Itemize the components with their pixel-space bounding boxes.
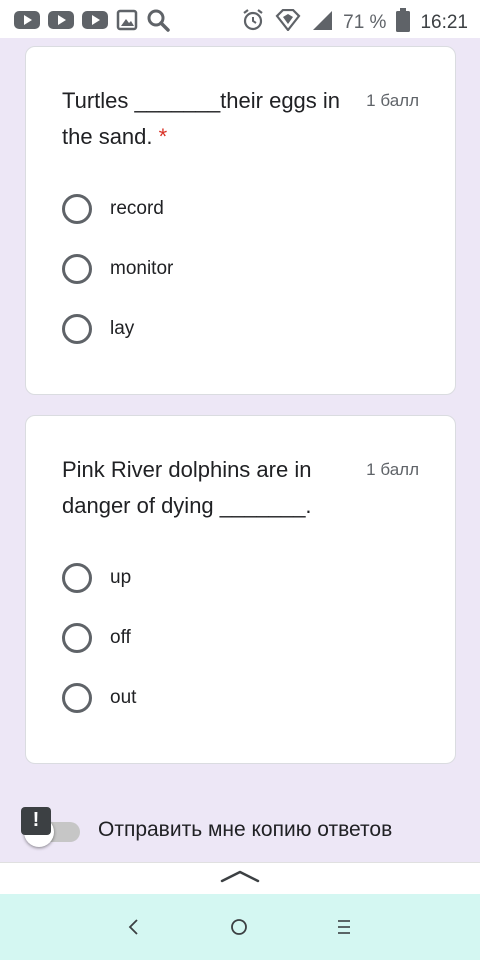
option-label: monitor bbox=[110, 258, 174, 279]
send-copy-label: Отправить мне копию ответов bbox=[98, 818, 393, 841]
battery-percent: 71 % bbox=[343, 11, 387, 33]
youtube-icon bbox=[14, 10, 40, 35]
chevron-up-icon[interactable] bbox=[220, 869, 260, 888]
question-card: Turtles _______their eggs in the sand. *… bbox=[25, 46, 456, 395]
question-text: Pink River dolphins are in danger of dyi… bbox=[62, 457, 312, 518]
search-icon bbox=[146, 8, 170, 37]
alarm-icon bbox=[241, 8, 265, 37]
option-label: lay bbox=[110, 318, 135, 339]
radio-button[interactable] bbox=[62, 563, 92, 593]
battery-icon bbox=[396, 8, 411, 37]
recents-icon[interactable] bbox=[335, 916, 353, 943]
option-label: off bbox=[110, 627, 131, 648]
option-monitor[interactable]: monitor bbox=[62, 251, 173, 287]
option-record[interactable]: record bbox=[62, 191, 164, 227]
radio-button[interactable] bbox=[62, 623, 92, 653]
signal-icon bbox=[311, 9, 333, 36]
data-saver-icon bbox=[275, 8, 301, 36]
send-copy-row: ! Отправить мне копию ответов bbox=[0, 800, 480, 860]
option-label: record bbox=[110, 198, 164, 219]
back-icon[interactable] bbox=[126, 916, 142, 943]
status-bar: 71 % 16:21 bbox=[0, 0, 480, 38]
points-label: 1 балл bbox=[366, 460, 419, 479]
option-up[interactable]: up bbox=[62, 560, 131, 596]
question-label: Turtles _______their eggs in the sand. bbox=[62, 88, 341, 149]
youtube-icon bbox=[48, 10, 74, 35]
question-text: Turtles _______their eggs in the sand. * bbox=[62, 83, 342, 155]
option-off[interactable]: off bbox=[62, 620, 131, 656]
clock: 16:21 bbox=[420, 11, 468, 33]
option-out[interactable]: out bbox=[62, 680, 136, 716]
points-label: 1 балл bbox=[366, 91, 419, 110]
home-icon[interactable] bbox=[229, 916, 249, 943]
image-icon bbox=[116, 9, 138, 36]
option-label: up bbox=[110, 567, 132, 588]
option-label: out bbox=[110, 687, 137, 708]
question-card: Pink River dolphins are in danger of dyi… bbox=[25, 415, 456, 764]
navigation-bar bbox=[0, 894, 480, 960]
bottom-sheet-bar bbox=[0, 862, 480, 894]
radio-button[interactable] bbox=[62, 314, 92, 344]
feedback-icon[interactable]: ! bbox=[21, 807, 51, 835]
radio-button[interactable] bbox=[62, 683, 92, 713]
required-asterisk: * bbox=[158, 124, 168, 149]
radio-button[interactable] bbox=[62, 194, 92, 224]
youtube-icon bbox=[82, 10, 108, 35]
radio-button[interactable] bbox=[62, 254, 92, 284]
option-lay[interactable]: lay bbox=[62, 311, 134, 347]
